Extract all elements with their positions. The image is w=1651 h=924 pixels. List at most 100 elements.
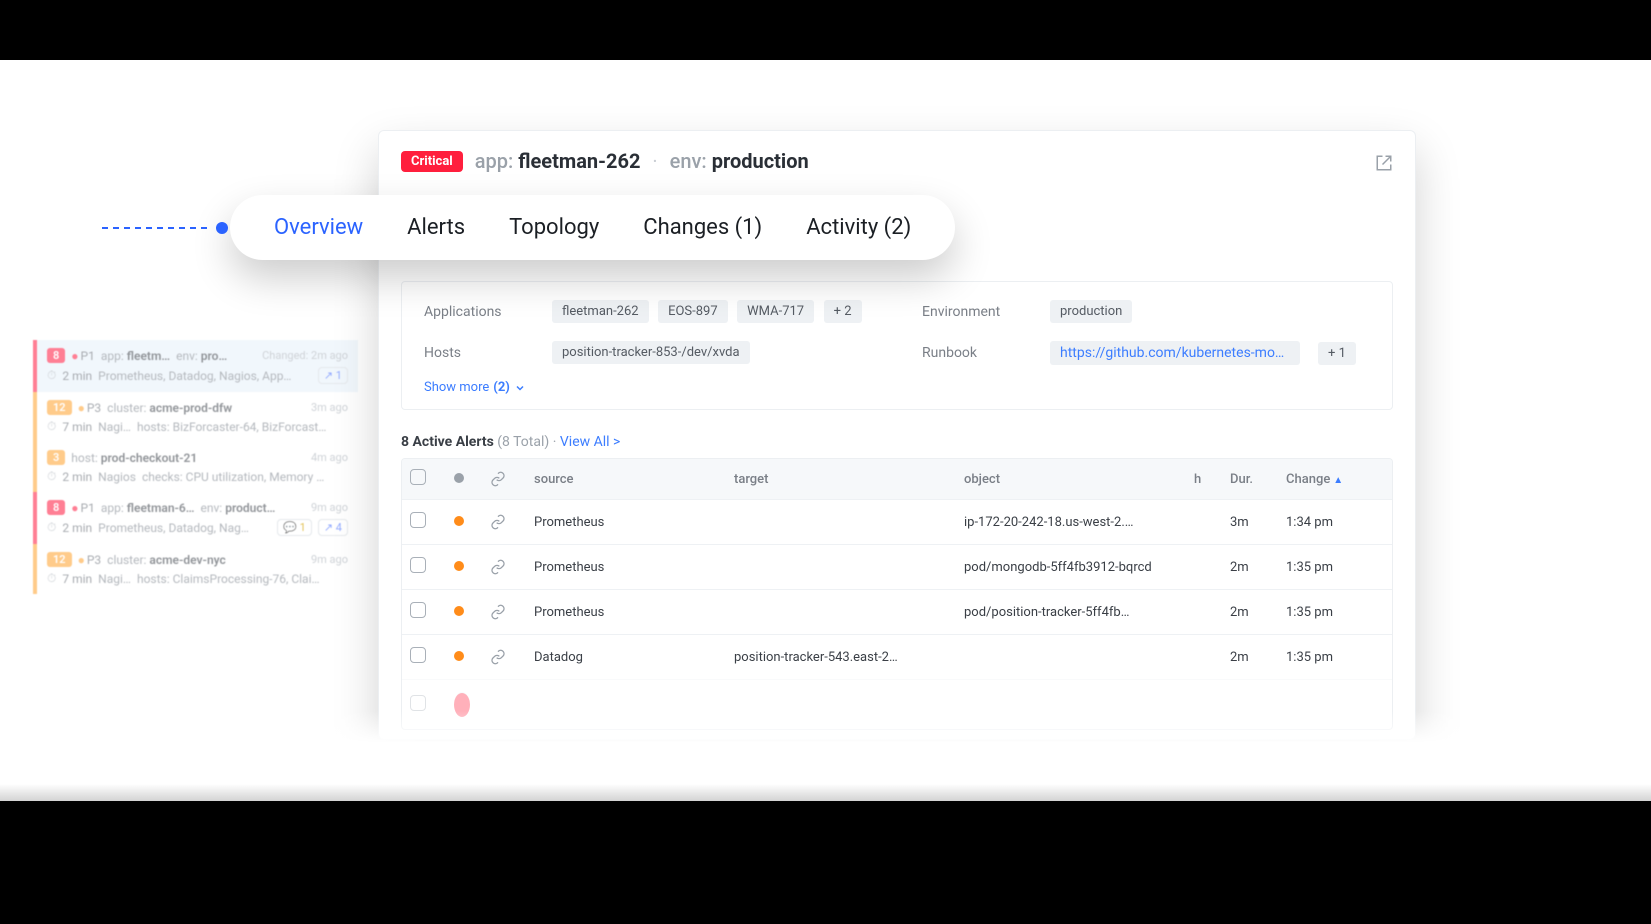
cell-change: 1:35 pm [1286, 605, 1374, 620]
share-chip[interactable]: ↗ 1 [318, 367, 348, 384]
incident-count-badge: 12 [47, 400, 72, 415]
clock-icon: ⏱ [47, 368, 56, 383]
sources-summary: Prometheus, Datadog, Nagios, App… [98, 369, 291, 383]
link-icon[interactable] [490, 514, 534, 530]
cell-change: 1:35 pm [1286, 560, 1374, 575]
link-icon[interactable] [490, 559, 534, 575]
env-tag[interactable]: production [1050, 300, 1132, 323]
col-object[interactable]: object [964, 472, 1194, 487]
chevron-down-icon [514, 382, 526, 394]
col-change[interactable]: Change▲ [1286, 472, 1374, 487]
changed-ago: 9m ago [311, 553, 348, 566]
cell-object: pod/mongodb-5ff4fb3912-bqrcd [964, 560, 1194, 575]
priority-label: P3 [78, 401, 102, 415]
incident-count-badge: 12 [47, 552, 72, 567]
table-row[interactable]: Datadog position-tracker-543.east-2… 2m … [402, 634, 1392, 679]
incident-item[interactable]: 12 P3 cluster: acme-prod-dfw 3m ago ⏱ 7 … [33, 392, 358, 442]
panel-header: Critical app: fleetman-262 · env: produc… [379, 131, 1415, 191]
col-source[interactable]: source [534, 472, 734, 487]
row-checkbox[interactable] [410, 557, 426, 573]
changed-ago: 3m ago [311, 401, 348, 414]
cell-dur: 2m [1230, 650, 1286, 665]
cell-source: Prometheus [534, 605, 734, 620]
incident-item[interactable]: 8 P1 app: fleetman-6… env: product… 9m a… [33, 492, 358, 544]
alerts-total: (8 Total) [497, 434, 549, 450]
link-icon[interactable] [490, 649, 534, 665]
field-applications: Applications fleetman-262 EOS-897 WMA-71… [424, 300, 872, 323]
status-dot-icon [454, 692, 470, 717]
age: 2 min [62, 369, 92, 383]
col-dur[interactable]: Dur. [1230, 472, 1286, 487]
tab-topology[interactable]: Topology [509, 215, 599, 240]
col-host[interactable]: h [1194, 472, 1230, 487]
kv: cluster: acme-dev-nyc [107, 553, 226, 567]
view-all-link[interactable]: View All > [560, 434, 620, 450]
share-chip[interactable]: ↗ 4 [318, 519, 348, 536]
priority-label: P1 [71, 349, 95, 363]
kv: env: product… [200, 501, 275, 515]
severity-badge: Critical [401, 151, 463, 172]
incident-count-badge: 3 [47, 450, 65, 465]
runbook-link[interactable]: https://github.com/kubernetes-monito… [1050, 341, 1300, 365]
sources-summary: Nagi… [98, 420, 131, 434]
link-icon[interactable] [490, 604, 534, 620]
incident-count-badge: 8 [47, 500, 65, 515]
header-app: app: fleetman-262 [475, 149, 641, 173]
comment-chip[interactable]: 💬 1 [277, 519, 312, 536]
tab-alerts[interactable]: Alerts [407, 215, 465, 240]
cell-dur: 2m [1230, 560, 1286, 575]
select-all-checkbox[interactable] [410, 469, 426, 485]
row-checkbox[interactable] [410, 647, 426, 663]
tab-activity[interactable]: Activity (2) [806, 215, 911, 240]
changed-ago: 9m ago [311, 501, 348, 514]
field-environment: Environment production [922, 300, 1370, 323]
app-tag[interactable]: fleetman-262 [552, 300, 649, 323]
open-external-icon[interactable] [1375, 149, 1393, 173]
clock-icon: ⏱ [47, 469, 56, 484]
app-tag[interactable]: EOS-897 [658, 300, 728, 323]
status-dot-icon [454, 651, 464, 661]
cell-change: 1:34 pm [1286, 515, 1374, 530]
more-apps-chip[interactable]: + 2 [824, 300, 862, 323]
incident-item[interactable]: 3 host: prod-checkout-21 4m ago ⏱ 2 min … [33, 442, 358, 492]
cell-source: Prometheus [534, 560, 734, 575]
priority-label: P3 [78, 553, 102, 567]
table-row[interactable] [402, 679, 1392, 729]
row-checkbox[interactable] [410, 512, 426, 528]
table-row[interactable]: Prometheus pod/mongodb-5ff4fb3912-bqrcd … [402, 544, 1392, 589]
age: 2 min [62, 470, 92, 484]
info-box: Applications fleetman-262 EOS-897 WMA-71… [401, 281, 1393, 410]
age: 7 min [62, 420, 92, 434]
host-tag[interactable]: position-tracker-853-/dev/xvda [552, 341, 750, 364]
incident-count-badge: 8 [47, 348, 65, 363]
show-more-link[interactable]: Show more (2) [424, 380, 526, 395]
status-dot-icon [454, 606, 464, 616]
kv: hosts: ClaimsProcessing-76, Clai… [137, 572, 320, 586]
separator-dot: · [652, 149, 657, 173]
app-tag[interactable]: WMA-717 [737, 300, 814, 323]
table-header: source target object h Dur. Change▲ [402, 459, 1392, 499]
cell-target: position-tracker-543.east-2… [734, 650, 964, 665]
incident-item[interactable]: 12 P3 cluster: acme-dev-nyc 9m ago ⏱ 7 m… [33, 544, 358, 594]
more-runbooks-chip[interactable]: + 1 [1318, 342, 1356, 365]
changed-ago: 4m ago [311, 451, 348, 464]
row-checkbox[interactable] [410, 602, 426, 618]
col-target[interactable]: target [734, 472, 964, 487]
field-runbook: Runbook https://github.com/kubernetes-mo… [922, 341, 1370, 365]
alerts-title: 8 Active Alerts [401, 434, 494, 450]
kv: cluster: acme-prod-dfw [107, 401, 232, 415]
cell-dur: 3m [1230, 515, 1286, 530]
sort-asc-icon: ▲ [1333, 475, 1343, 486]
tab-overview[interactable]: Overview [274, 215, 363, 240]
table-row[interactable]: Prometheus ip-172-20-242-18.us-west-2.… … [402, 499, 1392, 544]
clock-icon: ⏱ [47, 419, 56, 434]
label: Hosts [424, 345, 534, 361]
row-checkbox[interactable] [410, 695, 426, 711]
age: 2 min [62, 521, 92, 535]
table-row[interactable]: Prometheus pod/position-tracker-5ff4fb… … [402, 589, 1392, 634]
incident-item[interactable]: 8 P1 app: fleetm… env: pro… Changed: 2m … [33, 340, 358, 392]
label: Runbook [922, 345, 1032, 361]
priority-label: P1 [71, 501, 95, 515]
tab-changes[interactable]: Changes (1) [643, 215, 762, 240]
kv: checks: CPU utilization, Memory … [142, 470, 324, 484]
